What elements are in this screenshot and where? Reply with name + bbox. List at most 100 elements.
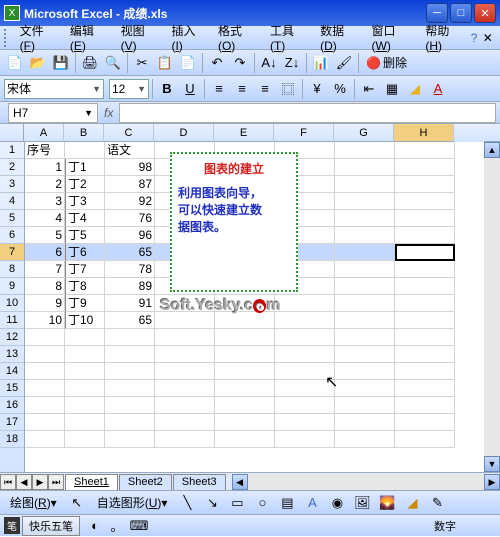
help-icon[interactable]: ? <box>471 31 478 45</box>
colhead-F[interactable]: F <box>274 124 334 142</box>
cell-E15[interactable] <box>215 380 275 397</box>
rownum-2[interactable]: 2 <box>0 159 24 176</box>
cell-H17[interactable] <box>395 414 455 431</box>
fontcolor-button[interactable]: A <box>427 78 449 100</box>
cell-B13[interactable] <box>65 346 105 363</box>
cell-H18[interactable] <box>395 431 455 448</box>
draw-menu[interactable]: 绘图(R)▾ <box>4 492 63 513</box>
cell-F18[interactable] <box>275 431 335 448</box>
cell-E14[interactable] <box>215 363 275 380</box>
undo-button[interactable]: ↶ <box>206 52 228 74</box>
cell-C7[interactable]: 65 <box>105 244 155 261</box>
cell-A8[interactable]: 7 <box>25 261 65 278</box>
cell-H13[interactable] <box>395 346 455 363</box>
cell-B11[interactable]: 丁10 <box>65 312 105 329</box>
cell-H16[interactable] <box>395 397 455 414</box>
colhead-E[interactable]: E <box>214 124 274 142</box>
cell-G1[interactable] <box>335 142 395 159</box>
doc-close-button[interactable]: ✕ <box>479 31 496 45</box>
cell-G17[interactable] <box>335 414 395 431</box>
colhead-D[interactable]: D <box>154 124 214 142</box>
cell-A1[interactable]: 序号 <box>25 142 65 159</box>
save-button[interactable]: 💾 <box>50 52 72 74</box>
cell-H8[interactable] <box>395 261 455 278</box>
vertical-scrollbar[interactable]: ▲ ▼ <box>484 142 500 472</box>
sort-desc-button[interactable]: Z↓ <box>281 52 303 74</box>
open-button[interactable]: 📂 <box>27 52 49 74</box>
cell-B3[interactable]: 丁2 <box>65 176 105 193</box>
indent-button[interactable]: ⇤ <box>358 78 380 100</box>
formula-bar[interactable] <box>119 103 496 123</box>
ime-keyboard-button[interactable]: ⌨ <box>128 515 150 537</box>
cell-B14[interactable] <box>65 363 105 380</box>
rownum-4[interactable]: 4 <box>0 193 24 210</box>
fillcolor-button[interactable]: ◢ <box>404 78 426 100</box>
sort-asc-button[interactable]: A↓ <box>258 52 280 74</box>
cell-B16[interactable] <box>65 397 105 414</box>
scroll-up-button[interactable]: ▲ <box>484 142 500 158</box>
rownum-5[interactable]: 5 <box>0 210 24 227</box>
ime-name[interactable]: 快乐五笔 <box>22 516 80 536</box>
cell-G3[interactable] <box>335 176 395 193</box>
cut-button[interactable]: ✂ <box>131 52 153 74</box>
colhead-A[interactable]: A <box>24 124 64 142</box>
cell-B1[interactable] <box>65 142 105 159</box>
cell-B6[interactable]: 丁5 <box>65 227 105 244</box>
cell-E13[interactable] <box>215 346 275 363</box>
cell-B4[interactable]: 丁3 <box>65 193 105 210</box>
cell-D18[interactable] <box>155 431 215 448</box>
cell-A10[interactable]: 9 <box>25 295 65 312</box>
bold-button[interactable]: B <box>156 78 178 100</box>
cell-G4[interactable] <box>335 193 395 210</box>
rownum-14[interactable]: 14 <box>0 363 24 380</box>
cell-H2[interactable] <box>395 159 455 176</box>
cell-G6[interactable] <box>335 227 395 244</box>
cell-A12[interactable] <box>25 329 65 346</box>
new-button[interactable]: 📄 <box>4 52 26 74</box>
cell-D15[interactable] <box>155 380 215 397</box>
rownum-10[interactable]: 10 <box>0 295 24 312</box>
cell-A9[interactable]: 8 <box>25 278 65 295</box>
cell-C5[interactable]: 76 <box>105 210 155 227</box>
select-all-corner[interactable] <box>0 124 24 142</box>
cell-A11[interactable]: 10 <box>25 312 65 329</box>
tab-last-button[interactable]: ⏭ <box>48 474 64 490</box>
cell-F13[interactable] <box>275 346 335 363</box>
menu-insert[interactable]: 插入(I) <box>165 20 210 55</box>
cell-H1[interactable] <box>395 142 455 159</box>
cell-C4[interactable]: 92 <box>105 193 155 210</box>
cell-A14[interactable] <box>25 363 65 380</box>
scroll-down-button[interactable]: ▼ <box>484 456 500 472</box>
cell-H7[interactable] <box>395 244 455 261</box>
cell-A16[interactable] <box>25 397 65 414</box>
underline-button[interactable]: U <box>179 78 201 100</box>
menu-tools[interactable]: 工具(T) <box>264 20 312 55</box>
cell-C12[interactable] <box>105 329 155 346</box>
cell-G14[interactable] <box>335 363 395 380</box>
menu-data[interactable]: 数据(D) <box>314 20 363 55</box>
cell-H6[interactable] <box>395 227 455 244</box>
cell-A2[interactable]: 1 <box>25 159 65 176</box>
cell-H10[interactable] <box>395 295 455 312</box>
cell-D13[interactable] <box>155 346 215 363</box>
cell-B2[interactable]: 丁1 <box>65 159 105 176</box>
cell-C6[interactable]: 96 <box>105 227 155 244</box>
rect-button[interactable]: ▭ <box>226 492 248 514</box>
cell-B12[interactable] <box>65 329 105 346</box>
tab-next-button[interactable]: ▶ <box>32 474 48 490</box>
cell-B10[interactable]: 丁9 <box>65 295 105 312</box>
rownum-12[interactable]: 12 <box>0 329 24 346</box>
menu-file[interactable]: 文件(F) <box>14 20 62 55</box>
delete-button[interactable]: 🔴 删除 <box>362 54 411 71</box>
menu-window[interactable]: 窗口(W) <box>366 20 418 55</box>
rownum-17[interactable]: 17 <box>0 414 24 431</box>
cell-C1[interactable]: 语文 <box>105 142 155 159</box>
fx-button[interactable]: fx <box>104 106 113 120</box>
cell-G13[interactable] <box>335 346 395 363</box>
cell-G16[interactable] <box>335 397 395 414</box>
cell-A3[interactable]: 2 <box>25 176 65 193</box>
rownum-11[interactable]: 11 <box>0 312 24 329</box>
cell-H15[interactable] <box>395 380 455 397</box>
cell-C3[interactable]: 87 <box>105 176 155 193</box>
borders-button[interactable]: ▦ <box>381 78 403 100</box>
